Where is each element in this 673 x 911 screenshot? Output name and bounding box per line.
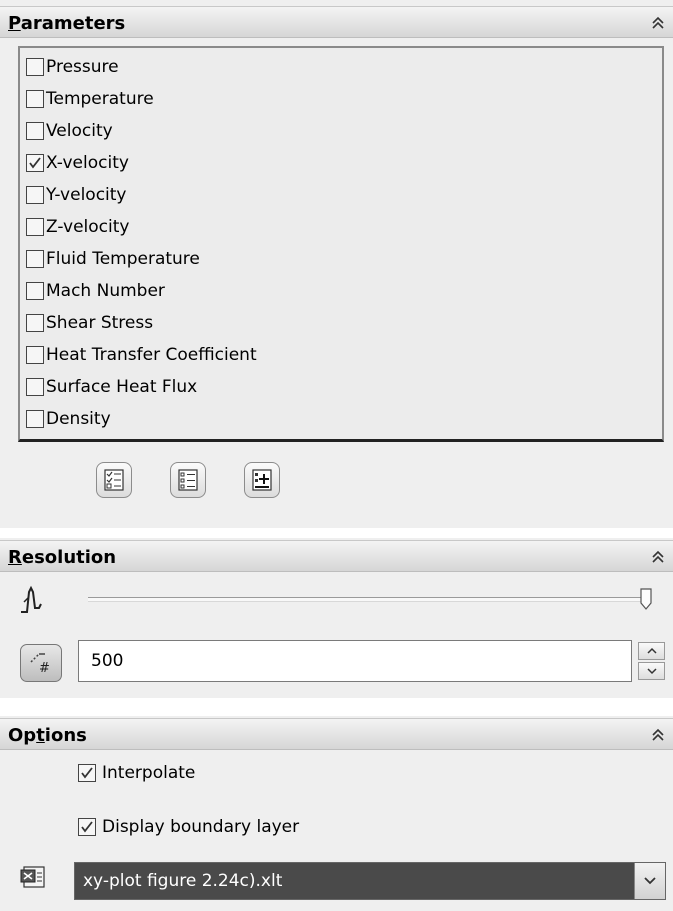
- resolution-header[interactable]: Resolution: [0, 540, 673, 572]
- options-title-rest: ions: [44, 725, 87, 746]
- interpolate-checkbox[interactable]: [78, 764, 96, 782]
- parameter-item[interactable]: Surface Heat Flux: [26, 372, 197, 402]
- excel-template-icon: [20, 866, 45, 888]
- parameter-label: Z-velocity: [46, 217, 130, 237]
- parameter-checkbox[interactable]: [26, 314, 44, 332]
- deselect-all-button[interactable]: [170, 462, 206, 498]
- list-icon: [178, 469, 198, 491]
- parameter-label: Heat Transfer Coefficient: [46, 345, 257, 365]
- parameters-header[interactable]: Parameters: [0, 6, 673, 38]
- parameter-checkbox[interactable]: [26, 90, 44, 108]
- parameter-checkbox[interactable]: [26, 186, 44, 204]
- parameter-label: Pressure: [46, 57, 119, 77]
- check-icon: [81, 821, 93, 833]
- boundary-layer-checkbox[interactable]: [78, 818, 96, 836]
- parameter-label: Density: [46, 409, 111, 429]
- boundary-layer-row[interactable]: Display boundary layer: [78, 817, 299, 837]
- parameter-checkbox[interactable]: [26, 346, 44, 364]
- parameter-label: Temperature: [46, 89, 154, 109]
- parameter-checkbox[interactable]: [26, 122, 44, 140]
- check-icon: [81, 767, 93, 779]
- number-of-points-button[interactable]: #: [20, 644, 62, 682]
- options-header[interactable]: Options: [0, 718, 673, 750]
- parameter-item[interactable]: Temperature: [26, 84, 154, 114]
- parameter-label: Shear Stress: [46, 313, 154, 333]
- parameter-item[interactable]: Fluid Temperature: [26, 244, 200, 274]
- parameter-checkbox[interactable]: [26, 410, 44, 428]
- parameters-title: Parameters: [8, 13, 125, 34]
- collapse-parameters-icon[interactable]: [651, 15, 665, 31]
- parameter-item[interactable]: Mach Number: [26, 276, 165, 306]
- resolution-title: Resolution: [8, 547, 116, 568]
- parameter-label: Y-velocity: [46, 185, 127, 205]
- resolution-title-accel: R: [8, 547, 22, 568]
- collapse-resolution-icon[interactable]: [651, 549, 665, 565]
- parameter-checkbox[interactable]: [26, 58, 44, 76]
- parameter-label: X-velocity: [46, 153, 129, 173]
- parameter-item[interactable]: Shear Stress: [26, 308, 153, 338]
- spin-down-button[interactable]: [638, 662, 665, 680]
- interpolate-label: Interpolate: [102, 763, 196, 783]
- options-title-pre: Op: [8, 725, 37, 746]
- template-select-value: xy-plot figure 2.24c).xlt: [83, 871, 283, 891]
- parameter-label: Fluid Temperature: [46, 249, 200, 269]
- parameter-item[interactable]: Heat Transfer Coefficient: [26, 340, 257, 370]
- resolution-value-input[interactable]: [78, 640, 632, 682]
- parameters-list[interactable]: Pressure Temperature Velocity X-velocity Y-v…: [18, 46, 664, 442]
- parameters-panel: Parameters Pressure Temperature Velocity X-…: [0, 0, 673, 528]
- parameter-item[interactable]: Z-velocity: [26, 212, 129, 242]
- parameter-checkbox[interactable]: [26, 154, 44, 172]
- options-title: Options: [8, 725, 87, 746]
- checklist-icon: [104, 469, 124, 491]
- parameter-checkbox[interactable]: [26, 250, 44, 268]
- boundary-layer-label: Display boundary layer: [102, 817, 300, 837]
- interpolate-row[interactable]: Interpolate: [78, 763, 195, 783]
- resolution-title-rest: esolution: [21, 547, 117, 568]
- parameters-title-rest: arameters: [20, 13, 126, 34]
- parameter-item[interactable]: Density: [26, 404, 111, 434]
- template-dropdown-button[interactable]: [634, 863, 665, 899]
- step-signal-icon: [21, 585, 42, 613]
- chevron-down-icon: [647, 668, 657, 675]
- options-title-accel: t: [36, 725, 45, 746]
- add-list-icon: [252, 469, 272, 491]
- parameter-item[interactable]: Velocity: [26, 116, 113, 146]
- svg-text:#: #: [39, 661, 50, 676]
- parameter-checkbox[interactable]: [26, 282, 44, 300]
- chevron-down-icon: [644, 877, 656, 885]
- spin-up-button[interactable]: [638, 642, 665, 660]
- resolution-slider-thumb[interactable]: [640, 588, 652, 610]
- parameter-item[interactable]: Pressure: [26, 52, 119, 82]
- collapse-options-icon[interactable]: [651, 727, 665, 743]
- parameter-item[interactable]: X-velocity: [26, 148, 129, 178]
- add-parameter-button[interactable]: [244, 462, 280, 498]
- parameter-label: Surface Heat Flux: [46, 377, 198, 397]
- template-select[interactable]: xy-plot figure 2.24c).xlt: [74, 862, 666, 900]
- number-pencil-icon: #: [30, 653, 50, 676]
- check-icon: [29, 157, 41, 169]
- parameter-item[interactable]: Y-velocity: [26, 180, 126, 210]
- chevron-up-icon: [647, 647, 657, 654]
- parameter-checkbox[interactable]: [26, 378, 44, 396]
- select-all-button[interactable]: [96, 462, 132, 498]
- resolution-slider-track[interactable]: [88, 597, 644, 602]
- parameter-checkbox[interactable]: [26, 218, 44, 236]
- parameter-label: Velocity: [46, 121, 113, 141]
- parameter-label: Mach Number: [46, 281, 165, 301]
- parameters-title-accel: P: [8, 13, 21, 34]
